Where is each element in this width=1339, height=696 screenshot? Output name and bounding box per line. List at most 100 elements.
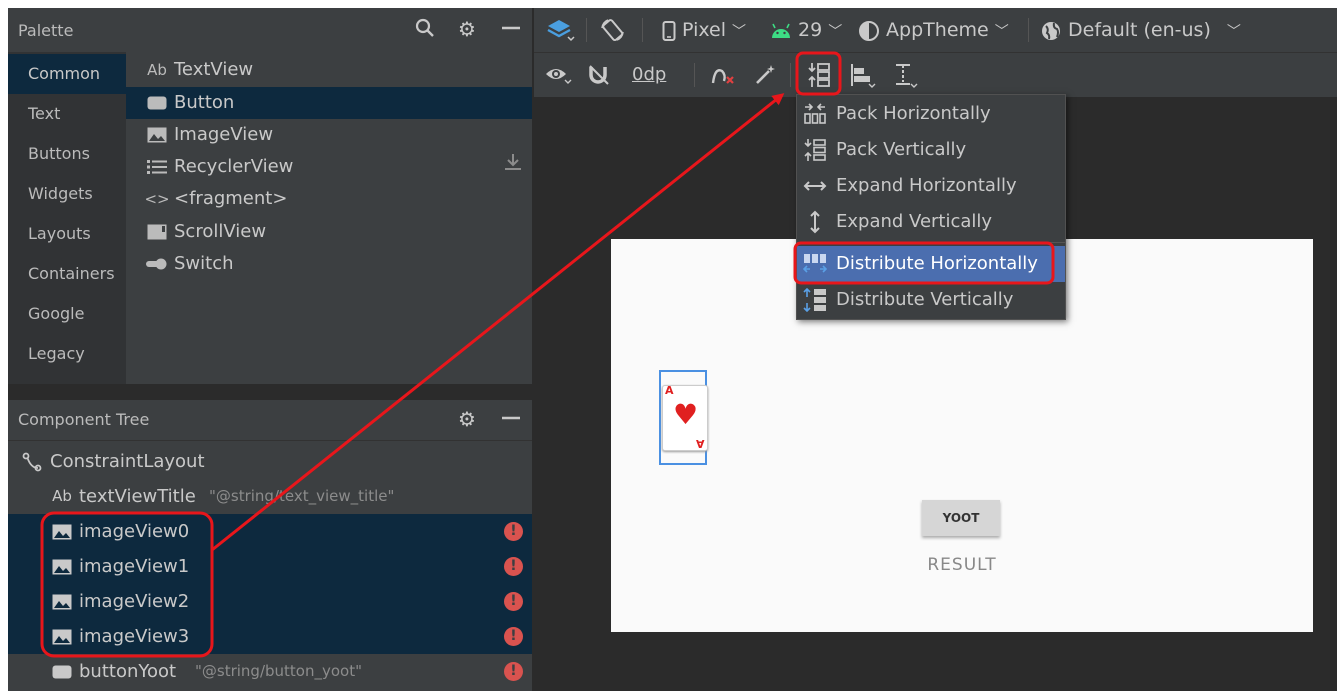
- menu-item-pack-horizontally[interactable]: Pack Horizontally: [797, 96, 1065, 132]
- tree-node-name: ConstraintLayout: [50, 451, 205, 472]
- widget-scrollview[interactable]: ScrollView: [126, 216, 532, 248]
- card-rank: A: [665, 384, 674, 397]
- pack-distribute-menu: Pack Horizontally Pack Vertically Expand…: [796, 94, 1066, 320]
- rotate-device-icon[interactable]: [600, 8, 630, 52]
- playing-card-image[interactable]: A ♥ A: [662, 385, 708, 451]
- pack-horizontally-icon: [803, 102, 827, 126]
- widget-label: Button: [174, 92, 235, 113]
- align-icon[interactable]: [846, 59, 878, 91]
- tree-row-imageview1[interactable]: imageView1 !: [8, 549, 532, 584]
- list-icon: [146, 151, 168, 183]
- widget-switch[interactable]: Switch: [126, 248, 532, 280]
- menu-item-label: Expand Horizontally: [836, 175, 1017, 196]
- result-text[interactable]: RESULT: [921, 555, 1003, 575]
- category-legacy[interactable]: Legacy: [8, 334, 126, 374]
- widget-button[interactable]: Button: [126, 87, 532, 119]
- search-icon[interactable]: [414, 18, 436, 40]
- locale-selector[interactable]: Default (en-us) ﹀: [1040, 8, 1241, 52]
- tree-row-constraintlayout[interactable]: ConstraintLayout: [8, 444, 532, 479]
- toolbar-separator: [1028, 18, 1029, 42]
- theme-selector[interactable]: AppTheme ﹀: [858, 8, 1009, 52]
- menu-item-pack-vertically[interactable]: Pack Vertically: [797, 132, 1065, 168]
- widget-fragment[interactable]: <> <fragment>: [126, 183, 532, 215]
- api-level-selector[interactable]: 29 ﹀: [770, 8, 842, 52]
- image-icon: [146, 119, 168, 151]
- menu-item-label: Expand Vertically: [836, 211, 993, 232]
- tree-node-attribute: "@string/text_view_title": [209, 487, 395, 505]
- button-icon: [146, 87, 168, 119]
- layers-icon[interactable]: [546, 8, 576, 52]
- palette-panel: Palette ⚙ Common Text Buttons Widgets La…: [8, 8, 532, 384]
- toolbar-separator: [694, 63, 695, 87]
- menu-item-label: Distribute Horizontally: [836, 253, 1038, 274]
- tree-node-name: textViewTitle: [79, 486, 196, 507]
- text-icon: Ab: [147, 61, 167, 79]
- autoconnect-off-icon[interactable]: [584, 59, 616, 91]
- tree-node-name: imageView3: [79, 626, 190, 647]
- image-icon: [50, 619, 74, 654]
- tree-row-textviewtitle[interactable]: Ab textViewTitle "@string/text_view_titl…: [8, 479, 532, 514]
- tree-node-name: imageView0: [79, 521, 190, 542]
- pack-vertically-toolbar-icon[interactable]: [804, 59, 836, 91]
- image-icon: [50, 514, 74, 549]
- category-widgets[interactable]: Widgets: [8, 174, 126, 214]
- menu-item-label: Pack Vertically: [836, 139, 967, 160]
- expand-vertically-icon: [803, 210, 827, 234]
- image-icon: [50, 584, 74, 619]
- error-icon[interactable]: !: [504, 557, 523, 576]
- widget-imageview[interactable]: ImageView: [126, 119, 532, 151]
- menu-item-distribute-horizontally[interactable]: Distribute Horizontally: [797, 246, 1065, 282]
- button-icon: [50, 654, 74, 689]
- category-layouts[interactable]: Layouts: [8, 214, 126, 254]
- default-margin-value[interactable]: 0dp: [632, 53, 666, 97]
- expand-horizontally-icon: [803, 174, 827, 198]
- guidelines-icon[interactable]: [888, 59, 920, 91]
- gear-icon[interactable]: ⚙: [456, 408, 478, 430]
- tree-row-imageview2[interactable]: imageView2 !: [8, 584, 532, 619]
- tree-row-buttonyoot[interactable]: buttonYoot "@string/button_yoot" !: [8, 654, 532, 689]
- category-google[interactable]: Google: [8, 294, 126, 334]
- error-icon[interactable]: !: [504, 592, 523, 611]
- tree-node-name: buttonYoot: [79, 661, 177, 682]
- tree-node-name: imageView2: [79, 591, 190, 612]
- menu-item-expand-horizontally[interactable]: Expand Horizontally: [797, 168, 1065, 204]
- tree-row-imageview3[interactable]: imageView3 !: [8, 619, 532, 654]
- chevron-down-icon: ﹀: [732, 24, 747, 40]
- minimize-icon[interactable]: [500, 18, 522, 40]
- device-selector[interactable]: Pixel ﹀: [662, 8, 746, 52]
- widget-recyclerview[interactable]: RecyclerView: [126, 151, 532, 183]
- error-icon[interactable]: !: [504, 522, 523, 541]
- eye-icon[interactable]: [542, 59, 574, 91]
- scroll-icon: [146, 216, 168, 248]
- error-icon[interactable]: !: [504, 627, 523, 646]
- widget-label: Switch: [174, 253, 234, 274]
- category-buttons[interactable]: Buttons: [8, 134, 126, 174]
- menu-item-label: Pack Horizontally: [836, 103, 991, 124]
- widget-label: RecyclerView: [174, 156, 294, 177]
- download-icon[interactable]: [504, 151, 522, 184]
- toolbar-separator: [586, 18, 587, 42]
- yoot-button[interactable]: YOOT: [922, 500, 1000, 536]
- distribute-horizontally-icon: [803, 252, 827, 276]
- widget-label: TextView: [174, 59, 254, 80]
- category-common[interactable]: Common: [8, 54, 126, 94]
- error-icon[interactable]: !: [504, 662, 523, 681]
- minimize-icon[interactable]: [500, 408, 522, 430]
- clear-constraints-icon[interactable]: [708, 59, 740, 91]
- device-name: Pixel: [682, 19, 726, 41]
- menu-item-expand-vertically[interactable]: Expand Vertically: [797, 204, 1065, 240]
- heart-icon: ♥: [673, 398, 699, 431]
- chevron-down-icon: ﹀: [1226, 24, 1241, 40]
- tree-row-imageview0[interactable]: imageView0 !: [8, 514, 532, 549]
- menu-item-distribute-vertically[interactable]: Distribute Vertically: [797, 282, 1065, 318]
- tree-node-attribute: "@string/button_yoot": [195, 662, 362, 680]
- code-icon: <>: [144, 190, 170, 208]
- infer-constraints-icon[interactable]: [750, 59, 782, 91]
- gear-icon[interactable]: ⚙: [456, 18, 478, 40]
- category-containers[interactable]: Containers: [8, 254, 126, 294]
- card-rank: A: [696, 437, 705, 450]
- chevron-down-icon: ﹀: [828, 24, 843, 40]
- category-text[interactable]: Text: [8, 94, 126, 134]
- widget-textview[interactable]: Ab TextView: [126, 54, 532, 86]
- widget-label: <fragment>: [174, 188, 288, 209]
